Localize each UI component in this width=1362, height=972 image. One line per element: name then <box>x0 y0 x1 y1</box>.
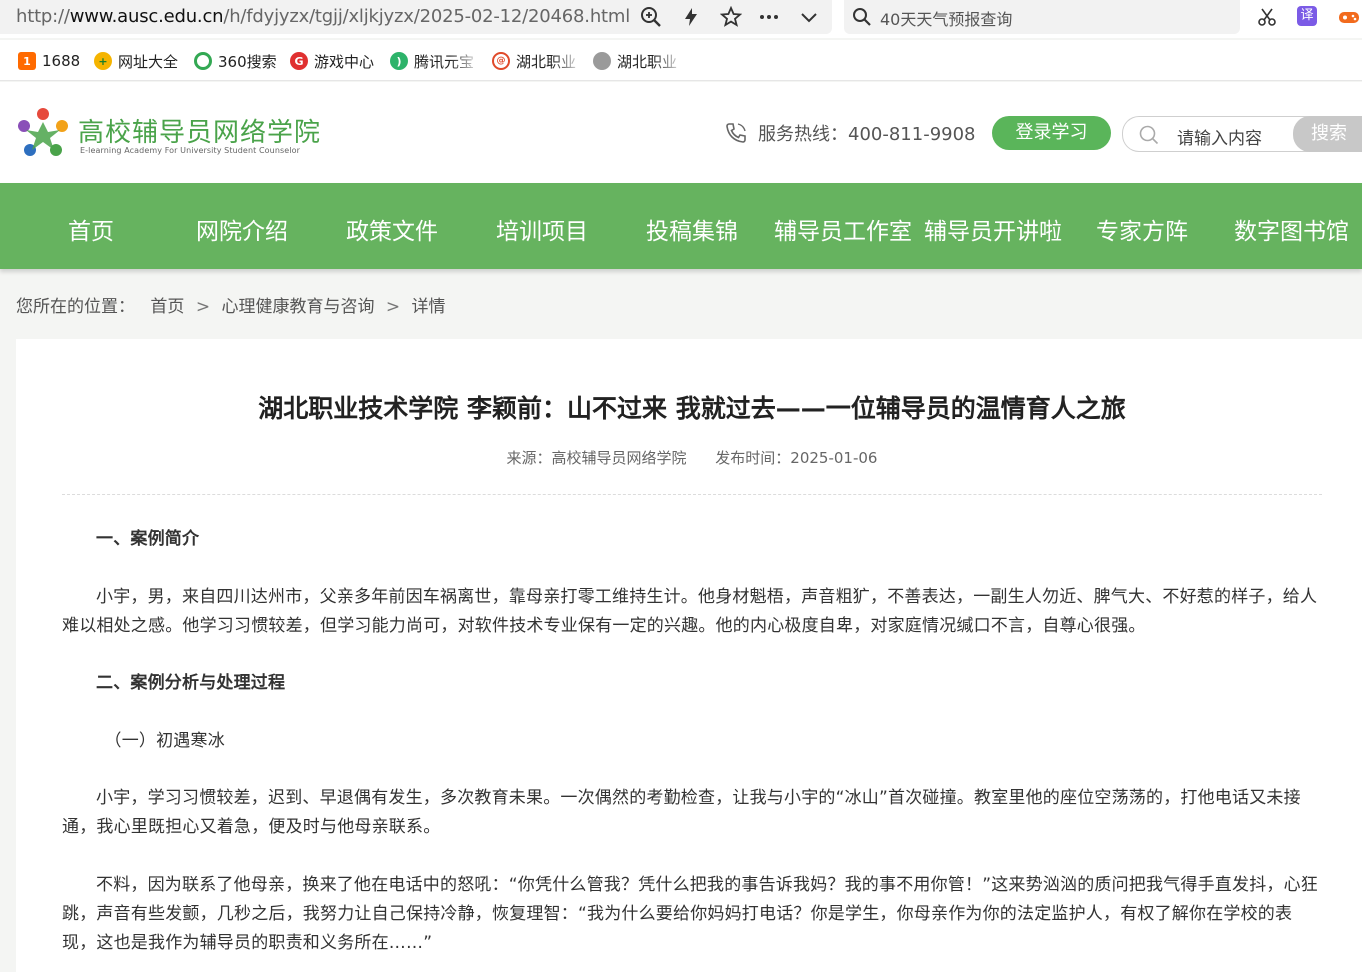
nav-item-lectures[interactable]: 辅导员开讲啦 <box>924 212 1062 246</box>
article-source: 来源：高校辅导员网络学院 <box>506 449 687 467</box>
breadcrumb-separator: > <box>385 297 401 317</box>
site-title[interactable]: 高校辅导员网络学院 <box>78 112 321 149</box>
plus-icon: + <box>94 52 112 70</box>
bookmark-label: 360搜索 <box>218 52 277 71</box>
article-title: 湖北职业技术学院 李颖前：山不过来 我就过去——一位辅导员的温情育人之旅 <box>258 394 1126 423</box>
login-button[interactable]: 登录学习 <box>992 116 1111 150</box>
phone-icon <box>726 123 746 143</box>
1688-icon: 1 <box>18 52 36 70</box>
bookmark-label: 游戏中心 <box>314 52 375 71</box>
yuanbao-icon: ) <box>390 52 408 70</box>
nav-item-training[interactable]: 培训项目 <box>496 212 588 246</box>
browser-search-box[interactable]: 40天天气预报查询 <box>844 0 1240 34</box>
chevron-down-icon[interactable] <box>798 6 820 28</box>
search-input[interactable]: 请输入内容 <box>1177 124 1262 149</box>
hotline-text: 服务热线：400-811-9908 <box>758 124 976 145</box>
hotline: 服务热线：400-811-9908 <box>724 120 976 146</box>
article-meta: 来源：高校辅导员网络学院 发布时间：2025-01-06 <box>16 447 1362 468</box>
url-prefix: http:// <box>16 6 70 27</box>
bookmark-label: 1688 <box>42 52 81 70</box>
lightning-icon[interactable] <box>680 6 702 28</box>
bookmark-label: 湖北职业 <box>617 52 678 71</box>
360-icon <box>194 52 212 70</box>
breadcrumb-prefix: 您所在的位置： <box>16 297 135 317</box>
breadcrumb-home[interactable]: 首页 <box>150 297 184 317</box>
globe-icon <box>593 52 611 70</box>
main-nav: 首页 网院介绍 政策文件 培训项目 投稿集锦 辅导员工作室 辅导员开讲啦 专家方… <box>0 183 1362 269</box>
bookmark-label: 网址大全 <box>118 52 179 71</box>
url-path: /h/fdyjyzx/tgjj/xljkjyzx/2025-02-12/2046… <box>223 6 631 27</box>
search-icon <box>853 8 871 26</box>
bookmark-hubei-vocational-2[interactable]: 湖北职业 <box>593 50 677 72</box>
nav-item-library[interactable]: 数字图书馆 <box>1234 212 1349 246</box>
bookmark-1688[interactable]: 1 1688 <box>18 50 80 72</box>
article-date: 发布时间：2025-01-06 <box>715 449 878 467</box>
search-icon <box>1139 125 1159 145</box>
zoom-icon[interactable] <box>640 6 662 28</box>
breadcrumb: 您所在的位置： 首页 > 心理健康教育与咨询 > 详情 <box>16 292 446 317</box>
more-icon[interactable] <box>758 6 780 28</box>
breadcrumb-separator: > <box>195 297 211 317</box>
nav-item-policy[interactable]: 政策文件 <box>346 212 438 246</box>
nav-item-home[interactable]: 首页 <box>68 212 114 246</box>
browser-search-query: 40天天气预报查询 <box>880 10 1013 29</box>
site-subtitle: E-learning Academy For University Studen… <box>80 146 301 155</box>
address-bar[interactable]: http://www.ausc.edu.cn/h/fdyjyzx/tgjj/xl… <box>0 0 832 34</box>
bookmark-tencent-yuanbao[interactable]: ) 腾讯元宝 <box>390 50 474 72</box>
star-icon[interactable] <box>720 6 742 28</box>
section-heading: 一、案例简介 <box>96 529 200 549</box>
scissors-icon[interactable] <box>1256 6 1278 28</box>
article: 湖北职业技术学院 李颖前：山不过来 我就过去——一位辅导员的温情育人之旅 来源：… <box>16 339 1362 972</box>
game-icon: G <box>290 52 308 70</box>
bookmark-game-center[interactable]: G 游戏中心 <box>290 50 374 72</box>
browser-toolbar: http://www.ausc.edu.cn/h/fdyjyzx/tgjj/xl… <box>0 0 1362 38</box>
divider <box>62 494 1322 495</box>
nav-item-submissions[interactable]: 投稿集锦 <box>646 212 738 246</box>
search-button[interactable]: 搜索 <box>1293 116 1362 152</box>
badge-icon: @ <box>492 52 510 70</box>
url-host: www.ausc.edu.cn <box>69 6 224 27</box>
bookmark-site-directory[interactable]: + 网址大全 <box>94 50 178 72</box>
bookmarks-bar: 1 1688 + 网址大全 360搜索 G 游戏中心 ) 腾讯元宝 @ 湖北职业 湖北职业 <box>0 40 1362 81</box>
site-header: 高校辅导员网络学院 E-learning Academy For Univers… <box>0 82 1362 183</box>
nav-item-experts[interactable]: 专家方阵 <box>1096 212 1188 246</box>
logo-icon[interactable] <box>16 106 70 160</box>
nav-item-studio[interactable]: 辅导员工作室 <box>774 212 912 246</box>
breadcrumb-current: 详情 <box>411 297 446 317</box>
subsection-heading: （一）初遇寒冰 <box>104 731 225 751</box>
article-paragraph: 小宇，男，来自四川达州市，父亲多年前因车祸离世，靠母亲打零工维持生计。他身材魁梧… <box>62 587 1318 636</box>
article-paragraph: 不料，因为联系了他母亲，换来了他在电话中的怒吼：“你凭什么管我？凭什么把我的事告… <box>62 875 1319 953</box>
gamepad-icon[interactable] <box>1338 6 1360 28</box>
bookmark-label: 腾讯元宝 <box>414 52 475 71</box>
section-heading: 二、案例分析与处理过程 <box>96 673 286 693</box>
nav-item-about[interactable]: 网院介绍 <box>196 212 288 246</box>
bookmark-360-search[interactable]: 360搜索 <box>194 50 277 72</box>
url-text[interactable]: http://www.ausc.edu.cn/h/fdyjyzx/tgjj/xl… <box>16 6 630 27</box>
article-paragraph: 小宇，学习习惯较差，迟到、早退偶有发生，多次教育未果。一次偶然的考勤检查，让我与… <box>62 788 1301 837</box>
bookmark-hubei-vocational-1[interactable]: @ 湖北职业 <box>492 50 576 72</box>
translate-icon[interactable]: 译 <box>1297 6 1317 26</box>
site-search[interactable]: 请输入内容 搜索 <box>1122 116 1362 152</box>
bookmark-label: 湖北职业 <box>516 52 577 71</box>
breadcrumb-category[interactable]: 心理健康教育与咨询 <box>221 297 374 317</box>
